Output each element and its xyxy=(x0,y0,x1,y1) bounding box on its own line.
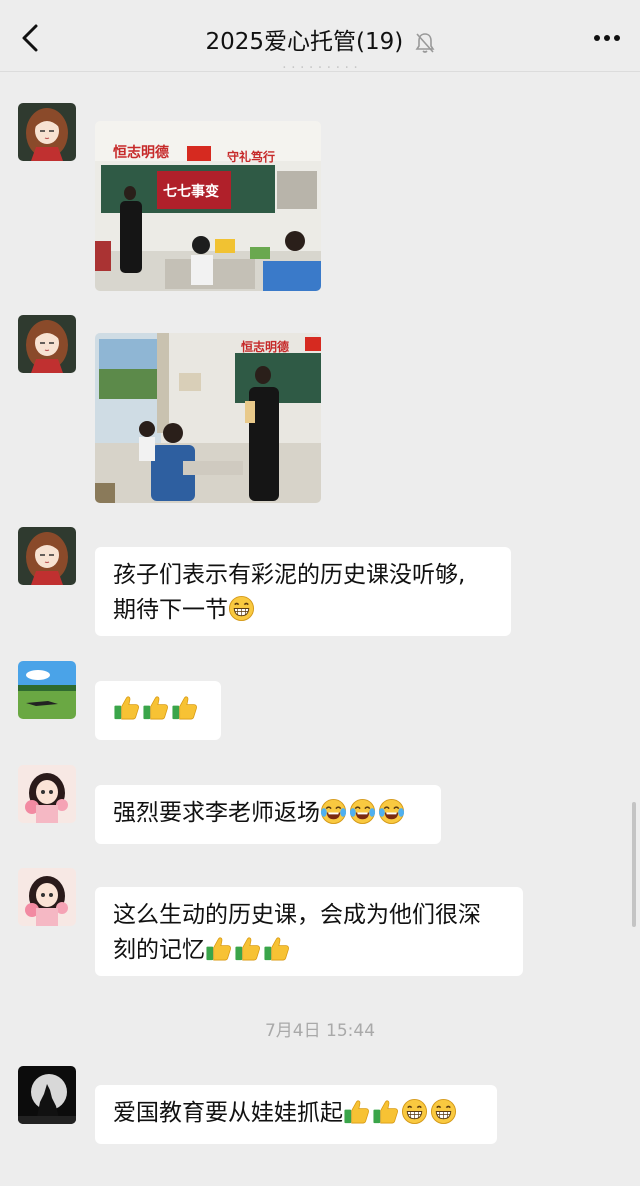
thumbs-up-emoji-icon xyxy=(205,935,232,962)
thumbs-up-emoji-icon xyxy=(113,694,140,721)
grin-emoji-icon xyxy=(401,1098,428,1125)
thumbs-up-emoji-icon xyxy=(171,694,198,721)
thumbs-up-emoji-icon xyxy=(343,1098,370,1125)
banner-right-text: 守礼笃行 xyxy=(227,149,275,164)
joy-emoji-icon xyxy=(320,798,347,825)
bell-off-icon xyxy=(415,32,435,53)
avatar-wolf-moon[interactable] xyxy=(18,1066,76,1124)
message-line: 刻的记忆 xyxy=(113,933,505,968)
chat-title: 2025爱心托管(19) xyxy=(0,22,640,56)
message-line: 期待下一节 xyxy=(113,593,493,628)
grin-emoji-icon xyxy=(228,595,255,622)
message-bubble[interactable]: 这么生动的历史课，会成为他们很深 刻的记忆 xyxy=(95,887,523,976)
message-line: 孩子们表示有彩泥的历史课没听够, xyxy=(113,562,466,588)
joy-emoji-icon xyxy=(378,798,405,825)
joy-emoji-icon xyxy=(349,798,376,825)
chat-title-text: 2025爱心托管(19) xyxy=(205,29,404,55)
message-bubble[interactable]: 孩子们表示有彩泥的历史课没听够, 期待下一节 xyxy=(95,547,511,636)
avatar-flower-girl[interactable] xyxy=(18,765,76,823)
classroom-photo-1[interactable]: 恒志明德 守礼笃行 七七事变 xyxy=(95,121,321,291)
classroom-photo-2[interactable]: 恒志明德 xyxy=(95,333,321,503)
thumbs-up-emoji-icon xyxy=(372,1098,399,1125)
message-timestamp: 7月4日 15:44 xyxy=(264,1021,376,1041)
thumbs-up-emoji-icon xyxy=(142,694,169,721)
message-bubble[interactable]: 爱国教育要从娃娃抓起 xyxy=(95,1085,497,1144)
scrollbar-thumb[interactable] xyxy=(632,802,636,927)
grin-emoji-icon xyxy=(430,1098,457,1125)
previous-timestamp-cutoff: · · · · · · · · · xyxy=(282,60,358,72)
avatar-cartoon-girl[interactable] xyxy=(18,527,76,585)
thumbs-up-emoji-icon xyxy=(234,935,261,962)
thumbs-up-emoji-icon xyxy=(263,935,290,962)
screen-text: 七七事变 xyxy=(163,183,219,200)
banner2-text: 恒志明德 xyxy=(241,339,289,354)
message-line: 这么生动的历史课，会成为他们很深 xyxy=(113,902,481,928)
avatar-cartoon-girl[interactable] xyxy=(18,315,76,373)
avatar-cartoon-girl[interactable] xyxy=(18,103,76,161)
more-dots-icon[interactable] xyxy=(590,22,624,52)
message-bubble[interactable] xyxy=(95,681,221,740)
banner-left-text: 恒志明德 xyxy=(113,144,169,161)
avatar-flower-girl[interactable] xyxy=(18,868,76,926)
message-bubble[interactable]: 强烈要求李老师返场 xyxy=(95,785,441,844)
avatar-grassland[interactable] xyxy=(18,661,76,719)
